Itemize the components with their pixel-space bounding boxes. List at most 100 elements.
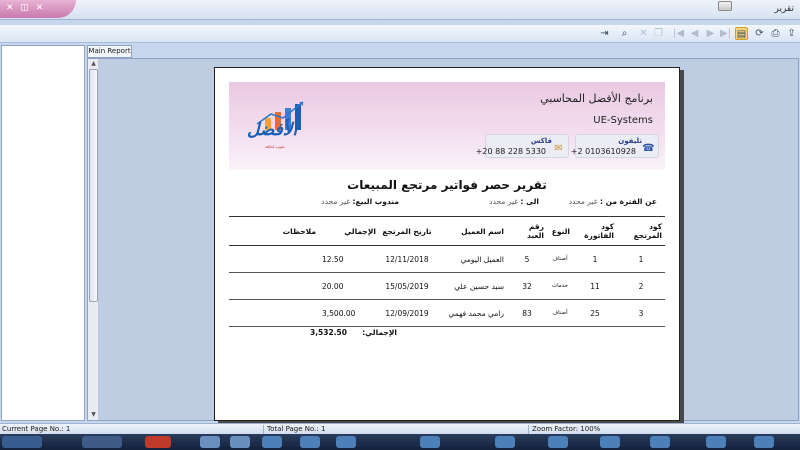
logo-text: الأفضل [247, 120, 298, 140]
customer-name-cell: رامي محمد فهمي [435, 299, 507, 327]
start-button[interactable] [2, 436, 42, 448]
phone-value: +2 0103610928 [570, 147, 636, 156]
invoice-code-cell: 11 [573, 272, 617, 300]
type-cell: خدمات [547, 272, 573, 300]
taskbar-item[interactable] [262, 436, 282, 448]
first-page-icon[interactable]: |◀ [672, 27, 685, 40]
rep-label: مندوب البيع: [352, 197, 399, 206]
taskbar-item[interactable] [600, 436, 620, 448]
taskbar-item[interactable] [420, 436, 440, 448]
col-return-date: تاريخ المرتجع [379, 216, 435, 246]
fax-box: فاكس +20 88 228 5330 ✉ [476, 134, 569, 158]
group-tree-panel[interactable] [1, 45, 85, 421]
company-en-name: UE-Systems [593, 115, 653, 126]
return-code-cell: 3 [617, 299, 665, 327]
report-toolbar: ⇥ ⌕ ✕ ❐ |◀ ◀ ▶ ▶| ▤ ⟳ ⎙ ⇪ [0, 25, 800, 43]
find-icon[interactable]: ⌕ [618, 27, 631, 40]
toggle-tree-icon[interactable]: ▤ [735, 27, 748, 40]
notes-cell [229, 272, 319, 300]
customer-name-cell: العميل اليومي [435, 245, 507, 273]
notes-cell [229, 245, 319, 273]
taskbar-item[interactable] [200, 436, 220, 448]
minimize-button[interactable] [718, 1, 732, 11]
table-row: 3 25 أصناف 83 رامي محمد فهمي 12/09/2019 … [229, 299, 665, 327]
returns-table: كود المرتجع كود الفاتورة النوع رقم العبد… [229, 216, 665, 327]
tab-main-report[interactable]: Main Report [87, 45, 132, 58]
logo-subtext: شوب لحافة [265, 144, 285, 149]
scroll-down-icon[interactable]: ▼ [88, 410, 99, 419]
customer-no-cell: 83 [507, 299, 547, 327]
taskbar-item[interactable] [754, 436, 774, 448]
from-value: غير محدد [568, 197, 598, 206]
rep-value: غير محدد [321, 197, 351, 206]
col-total: الإجمالي [319, 216, 379, 246]
taskbar-item[interactable] [300, 436, 320, 448]
to-label: الى : [520, 197, 539, 206]
company-name: برنامج الأفضل المحاسبي [540, 92, 653, 105]
table-row: 1 1 أصناف 5 العميل اليومي 12/11/2018 12.… [229, 245, 665, 273]
return-code-cell: 2 [617, 272, 665, 300]
prev-page-icon[interactable]: ◀ [688, 27, 701, 40]
print-icon[interactable]: ⎙ [769, 27, 782, 40]
to-value: غير محدد [489, 197, 519, 206]
col-customer-no: رقم العبد [507, 216, 547, 246]
type-cell: أصناف [547, 245, 573, 273]
grand-total-label: الإجمالي: [362, 328, 397, 337]
phone-label: تليفون [618, 137, 642, 145]
report-header: برنامج الأفضل المحاسبي UE-Systems تليفون… [229, 82, 665, 170]
title-bar: ✕ ◫ ✕ تقرير [0, 0, 800, 20]
window-title: تقرير [774, 4, 795, 14]
period-to: الى : غير محدد [489, 197, 539, 206]
col-customer-name: اسم العميل [435, 216, 507, 246]
report-title: تقرير حصر فواتير مرتجع المبيعات [347, 178, 547, 192]
phone-box: تليفون +2 0103610928 ☎ [571, 134, 659, 158]
from-label: عن الفترة من : [599, 197, 657, 206]
grand-total-value: 3,532.50 [309, 328, 347, 337]
export-icon[interactable]: ⇪ [785, 27, 798, 40]
status-bar: Current Page No.: 1 Total Page No.: 1 Zo… [0, 423, 800, 435]
scroll-up-icon[interactable]: ▲ [88, 59, 99, 68]
notes-cell [229, 299, 319, 327]
taskbar-item[interactable] [336, 436, 356, 448]
total-cell: 20.00 [319, 272, 379, 300]
last-page-icon[interactable]: ▶| [719, 27, 732, 40]
total-cell: 12.50 [319, 245, 379, 273]
scroll-thumb[interactable] [89, 69, 98, 302]
vertical-scrollbar[interactable]: ▲ ▼ [88, 59, 99, 420]
table-row: 2 11 خدمات 32 سيد حسين علي 15/05/2019 20… [229, 272, 665, 300]
date-cell: 12/11/2018 [379, 245, 435, 273]
date-cell: 12/09/2019 [379, 299, 435, 327]
copy-icon[interactable]: ❐ [652, 27, 665, 40]
taskbar-item[interactable] [82, 436, 122, 448]
col-return-code: كود المرتجع [617, 216, 665, 246]
report-page: برنامج الأفضل المحاسبي UE-Systems تليفون… [214, 67, 680, 421]
table-header-row: كود المرتجع كود الفاتورة النوع رقم العبد… [229, 216, 665, 246]
refresh-icon[interactable]: ⟳ [753, 27, 766, 40]
taskbar-item[interactable] [706, 436, 726, 448]
phone-icon: ☎ [642, 143, 655, 154]
date-cell: 15/05/2019 [379, 272, 435, 300]
taskbar-item[interactable] [495, 436, 515, 448]
fax-label: فاكس [530, 137, 552, 145]
taskbar-item[interactable] [650, 436, 670, 448]
type-cell: أصناف [547, 299, 573, 327]
customer-name-cell: سيد حسين علي [435, 272, 507, 300]
col-notes: ملاحظات [229, 216, 319, 246]
taskbar-item[interactable] [145, 436, 171, 448]
col-type: النوع [547, 216, 573, 246]
period-from: عن الفترة من : غير محدد [569, 197, 657, 206]
next-page-icon[interactable]: ▶ [704, 27, 717, 40]
close-page-icon[interactable]: ✕ [637, 27, 650, 40]
customer-no-cell: 32 [507, 272, 547, 300]
app-menu-button[interactable]: ✕ ◫ ✕ [0, 0, 76, 18]
goto-page-icon[interactable]: ⇥ [598, 27, 611, 40]
orb-icon: ✕ ◫ ✕ [6, 3, 46, 13]
taskbar-item[interactable] [230, 436, 250, 448]
os-taskbar [0, 434, 800, 450]
fax-icon: ✉ [554, 143, 563, 154]
invoice-code-cell: 25 [573, 299, 617, 327]
customer-no-cell: 5 [507, 245, 547, 273]
fax-value: +20 88 228 5330 [475, 147, 546, 156]
taskbar-item[interactable] [548, 436, 568, 448]
return-code-cell: 1 [617, 245, 665, 273]
